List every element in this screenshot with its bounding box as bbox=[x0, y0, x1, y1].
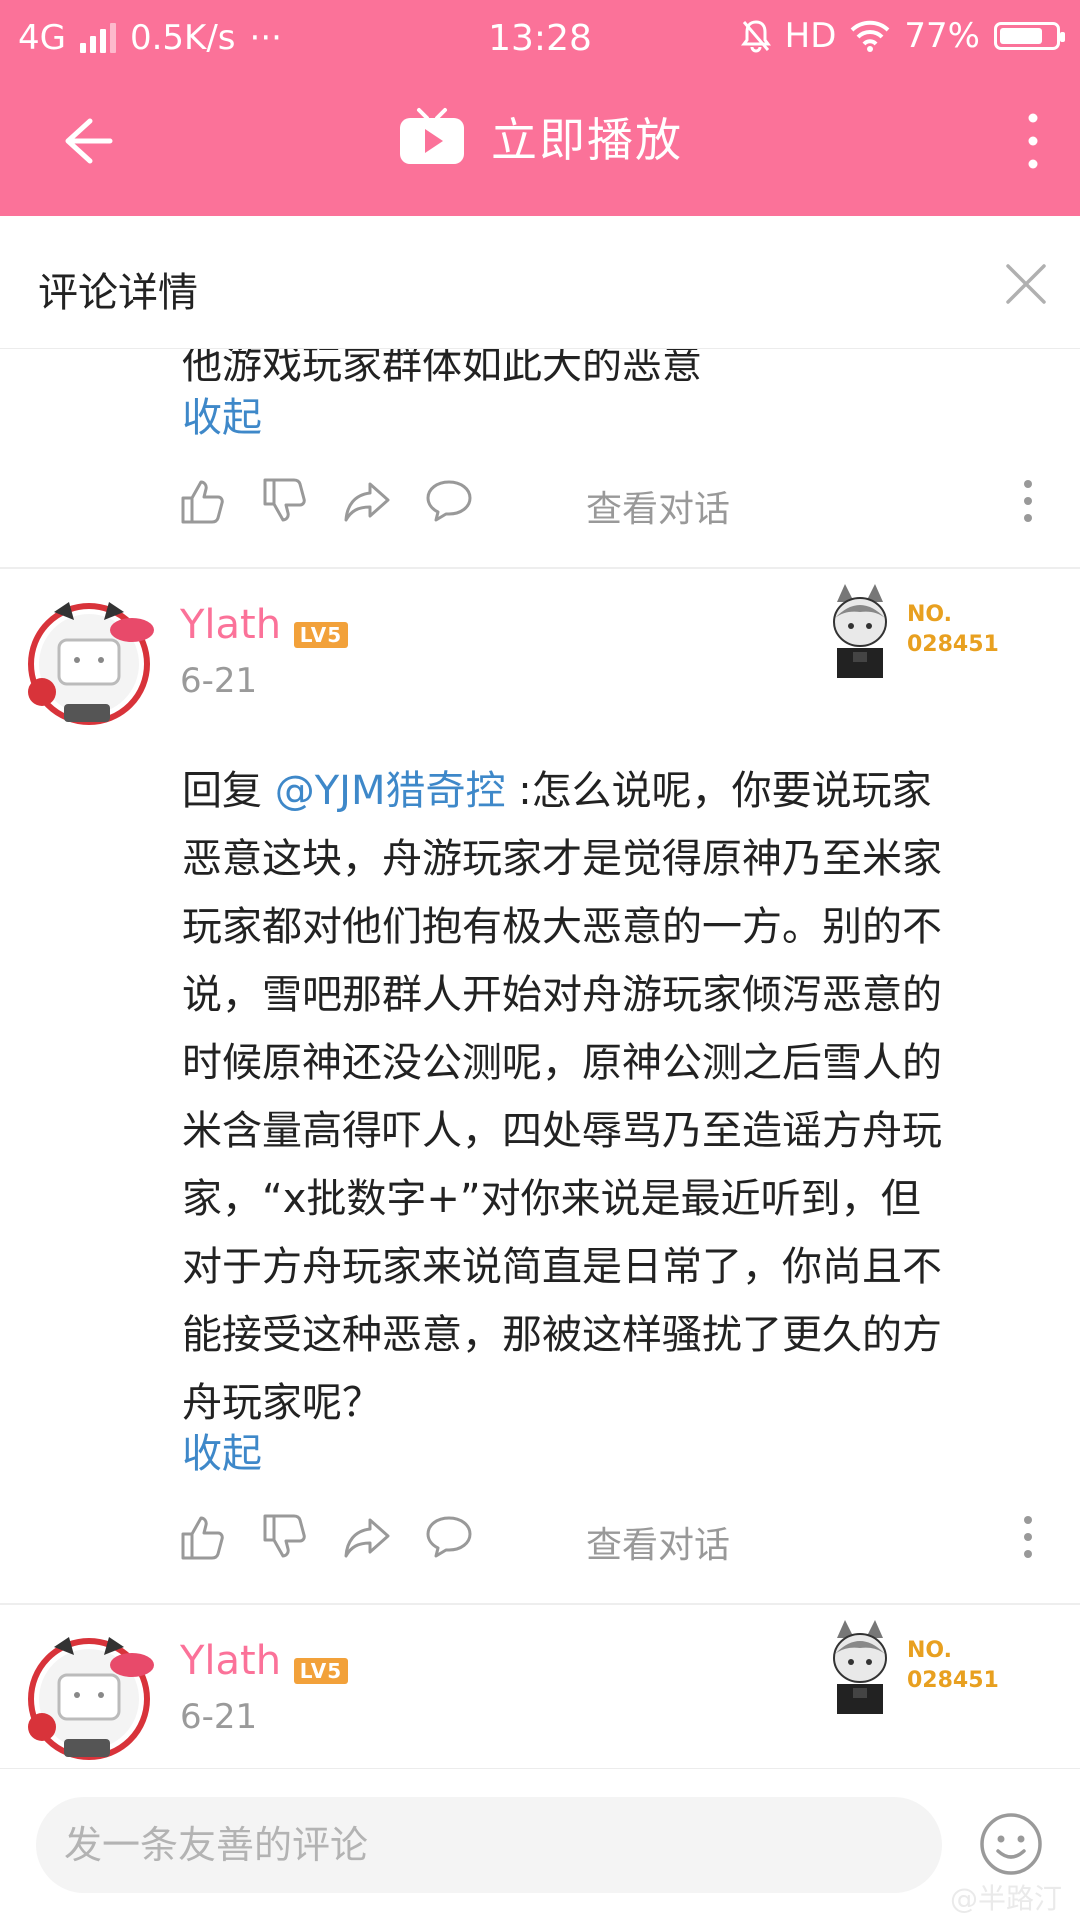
user-avatar[interactable] bbox=[14, 1627, 164, 1767]
divider bbox=[0, 567, 1080, 569]
close-icon[interactable] bbox=[1002, 260, 1050, 308]
fan-badge-no-value: 028451 bbox=[907, 632, 999, 657]
divider bbox=[0, 1603, 1080, 1605]
comment-text: 他游戏玩家群体如此大的恶意 bbox=[182, 349, 1052, 399]
comment-line: 玩家都对他们抱有极大恶意的一方。别的不 bbox=[182, 904, 942, 950]
fan-badge-number: NO. 028451 bbox=[907, 1636, 999, 1696]
collapse-link[interactable]: 收起 bbox=[182, 385, 262, 443]
fan-badge-no-value: 028451 bbox=[907, 1668, 999, 1693]
comment-list[interactable]: 他游戏玩家群体如此大的恶意 收起 查看对话 Ylath LV5 6-21 NO.… bbox=[0, 349, 1080, 1769]
dislike-icon[interactable] bbox=[260, 1512, 310, 1562]
play-now-label: 立即播放 bbox=[491, 113, 683, 167]
status-bar: 4G 0.5K/s ··· 13:28 HD 77% bbox=[0, 0, 1080, 76]
comment-line: 舟玩家呢？ bbox=[182, 1380, 382, 1426]
comment-line: 他游戏玩家群体如此大的恶意 bbox=[182, 349, 702, 388]
battery-fill bbox=[1000, 28, 1042, 44]
comment-more-icon[interactable] bbox=[1018, 476, 1038, 526]
comment-line: 能接受这种恶意，那被这样骚扰了更久的方 bbox=[182, 1312, 942, 1358]
wifi-icon bbox=[851, 20, 890, 52]
play-now-button[interactable]: 立即播放 bbox=[0, 104, 1080, 170]
comment-line: 回复 @YJM猎奇控 :怎么说呢，你要说玩家 bbox=[182, 757, 1052, 825]
comment-input-bar: @半路汀 bbox=[0, 1768, 1080, 1921]
comment-line: 说，雪吧那群人开始对舟游玩家倾泻恶意的 bbox=[182, 972, 942, 1018]
comment-line: 家，“x批数字+”对你来说是最近听到，但 bbox=[182, 1176, 921, 1222]
reply-bubble-icon[interactable] bbox=[424, 476, 474, 526]
share-icon[interactable] bbox=[342, 476, 392, 526]
emoji-icon[interactable] bbox=[978, 1811, 1044, 1877]
comment-actions: 查看对话 bbox=[178, 476, 1058, 546]
comment-line: 时候原神还没公测呢，原神公测之后雪人的 bbox=[182, 1040, 942, 1086]
mention-link[interactable]: @YJM猎奇控 bbox=[275, 768, 506, 814]
comment-line: 米含量高得吓人，四处辱骂乃至造谣方舟玩 bbox=[182, 1108, 942, 1154]
level-badge: LV5 bbox=[294, 1658, 348, 1684]
nav-bar: 立即播放 bbox=[0, 76, 1080, 216]
view-conversation-link[interactable]: 查看对话 bbox=[586, 1516, 730, 1568]
comment-line: 对于方舟玩家来说简直是日常了，你尚且不 bbox=[182, 1244, 942, 1290]
comment-line: 恶意这块，舟游玩家才是觉得原神乃至米家 bbox=[182, 836, 942, 882]
tv-play-icon bbox=[400, 108, 464, 164]
top-bar: 4G 0.5K/s ··· 13:28 HD 77% 立即播放 bbox=[0, 0, 1080, 216]
battery-icon bbox=[994, 22, 1065, 50]
fan-badge-character-icon bbox=[833, 1620, 887, 1714]
view-conversation-link[interactable]: 查看对话 bbox=[586, 480, 730, 532]
battery-text: 77% bbox=[904, 16, 980, 56]
fan-badge-character-icon bbox=[833, 584, 887, 678]
fan-badge-number: NO. 028451 bbox=[907, 600, 999, 660]
fan-badge-no-label: NO. bbox=[907, 1638, 952, 1663]
like-icon[interactable] bbox=[178, 1512, 228, 1562]
reply-bubble-icon[interactable] bbox=[424, 1512, 474, 1562]
comment-input[interactable] bbox=[36, 1797, 942, 1893]
collapse-link[interactable]: 收起 bbox=[182, 1421, 262, 1479]
user-avatar[interactable] bbox=[14, 592, 164, 732]
more-vertical-icon[interactable] bbox=[1018, 106, 1048, 176]
comment-text: 回复 @YJM猎奇控 :怎么说呢，你要说玩家 恶意这块，舟游玩家才是觉得原神乃至… bbox=[182, 757, 1052, 1437]
hd-indicator: HD bbox=[784, 16, 837, 56]
fan-badge: NO. 028451 bbox=[815, 1618, 1015, 1718]
username[interactable]: Ylath bbox=[180, 602, 281, 648]
mute-bell-icon bbox=[740, 20, 771, 53]
comment-line-text: :怎么说呢，你要说玩家 bbox=[518, 768, 932, 814]
reply-prefix: 回复 bbox=[182, 768, 275, 814]
comment-date: 6-21 bbox=[180, 1697, 258, 1737]
share-icon[interactable] bbox=[342, 1512, 392, 1562]
panel-title: 评论详情 bbox=[38, 270, 198, 316]
status-right: HD 77% bbox=[740, 16, 1065, 56]
like-icon[interactable] bbox=[178, 476, 228, 526]
comment-actions: 查看对话 bbox=[178, 1512, 1058, 1582]
comment-more-icon[interactable] bbox=[1018, 1512, 1038, 1562]
fan-badge: NO. 028451 bbox=[815, 582, 1015, 682]
comment-detail-header: 评论详情 bbox=[0, 216, 1080, 349]
fan-badge-no-label: NO. bbox=[907, 602, 952, 627]
comment-date: 6-21 bbox=[180, 661, 258, 701]
dislike-icon[interactable] bbox=[260, 476, 310, 526]
level-badge: LV5 bbox=[294, 622, 348, 648]
username[interactable]: Ylath bbox=[180, 1638, 281, 1684]
watermark: @半路汀 bbox=[949, 1882, 1062, 1915]
